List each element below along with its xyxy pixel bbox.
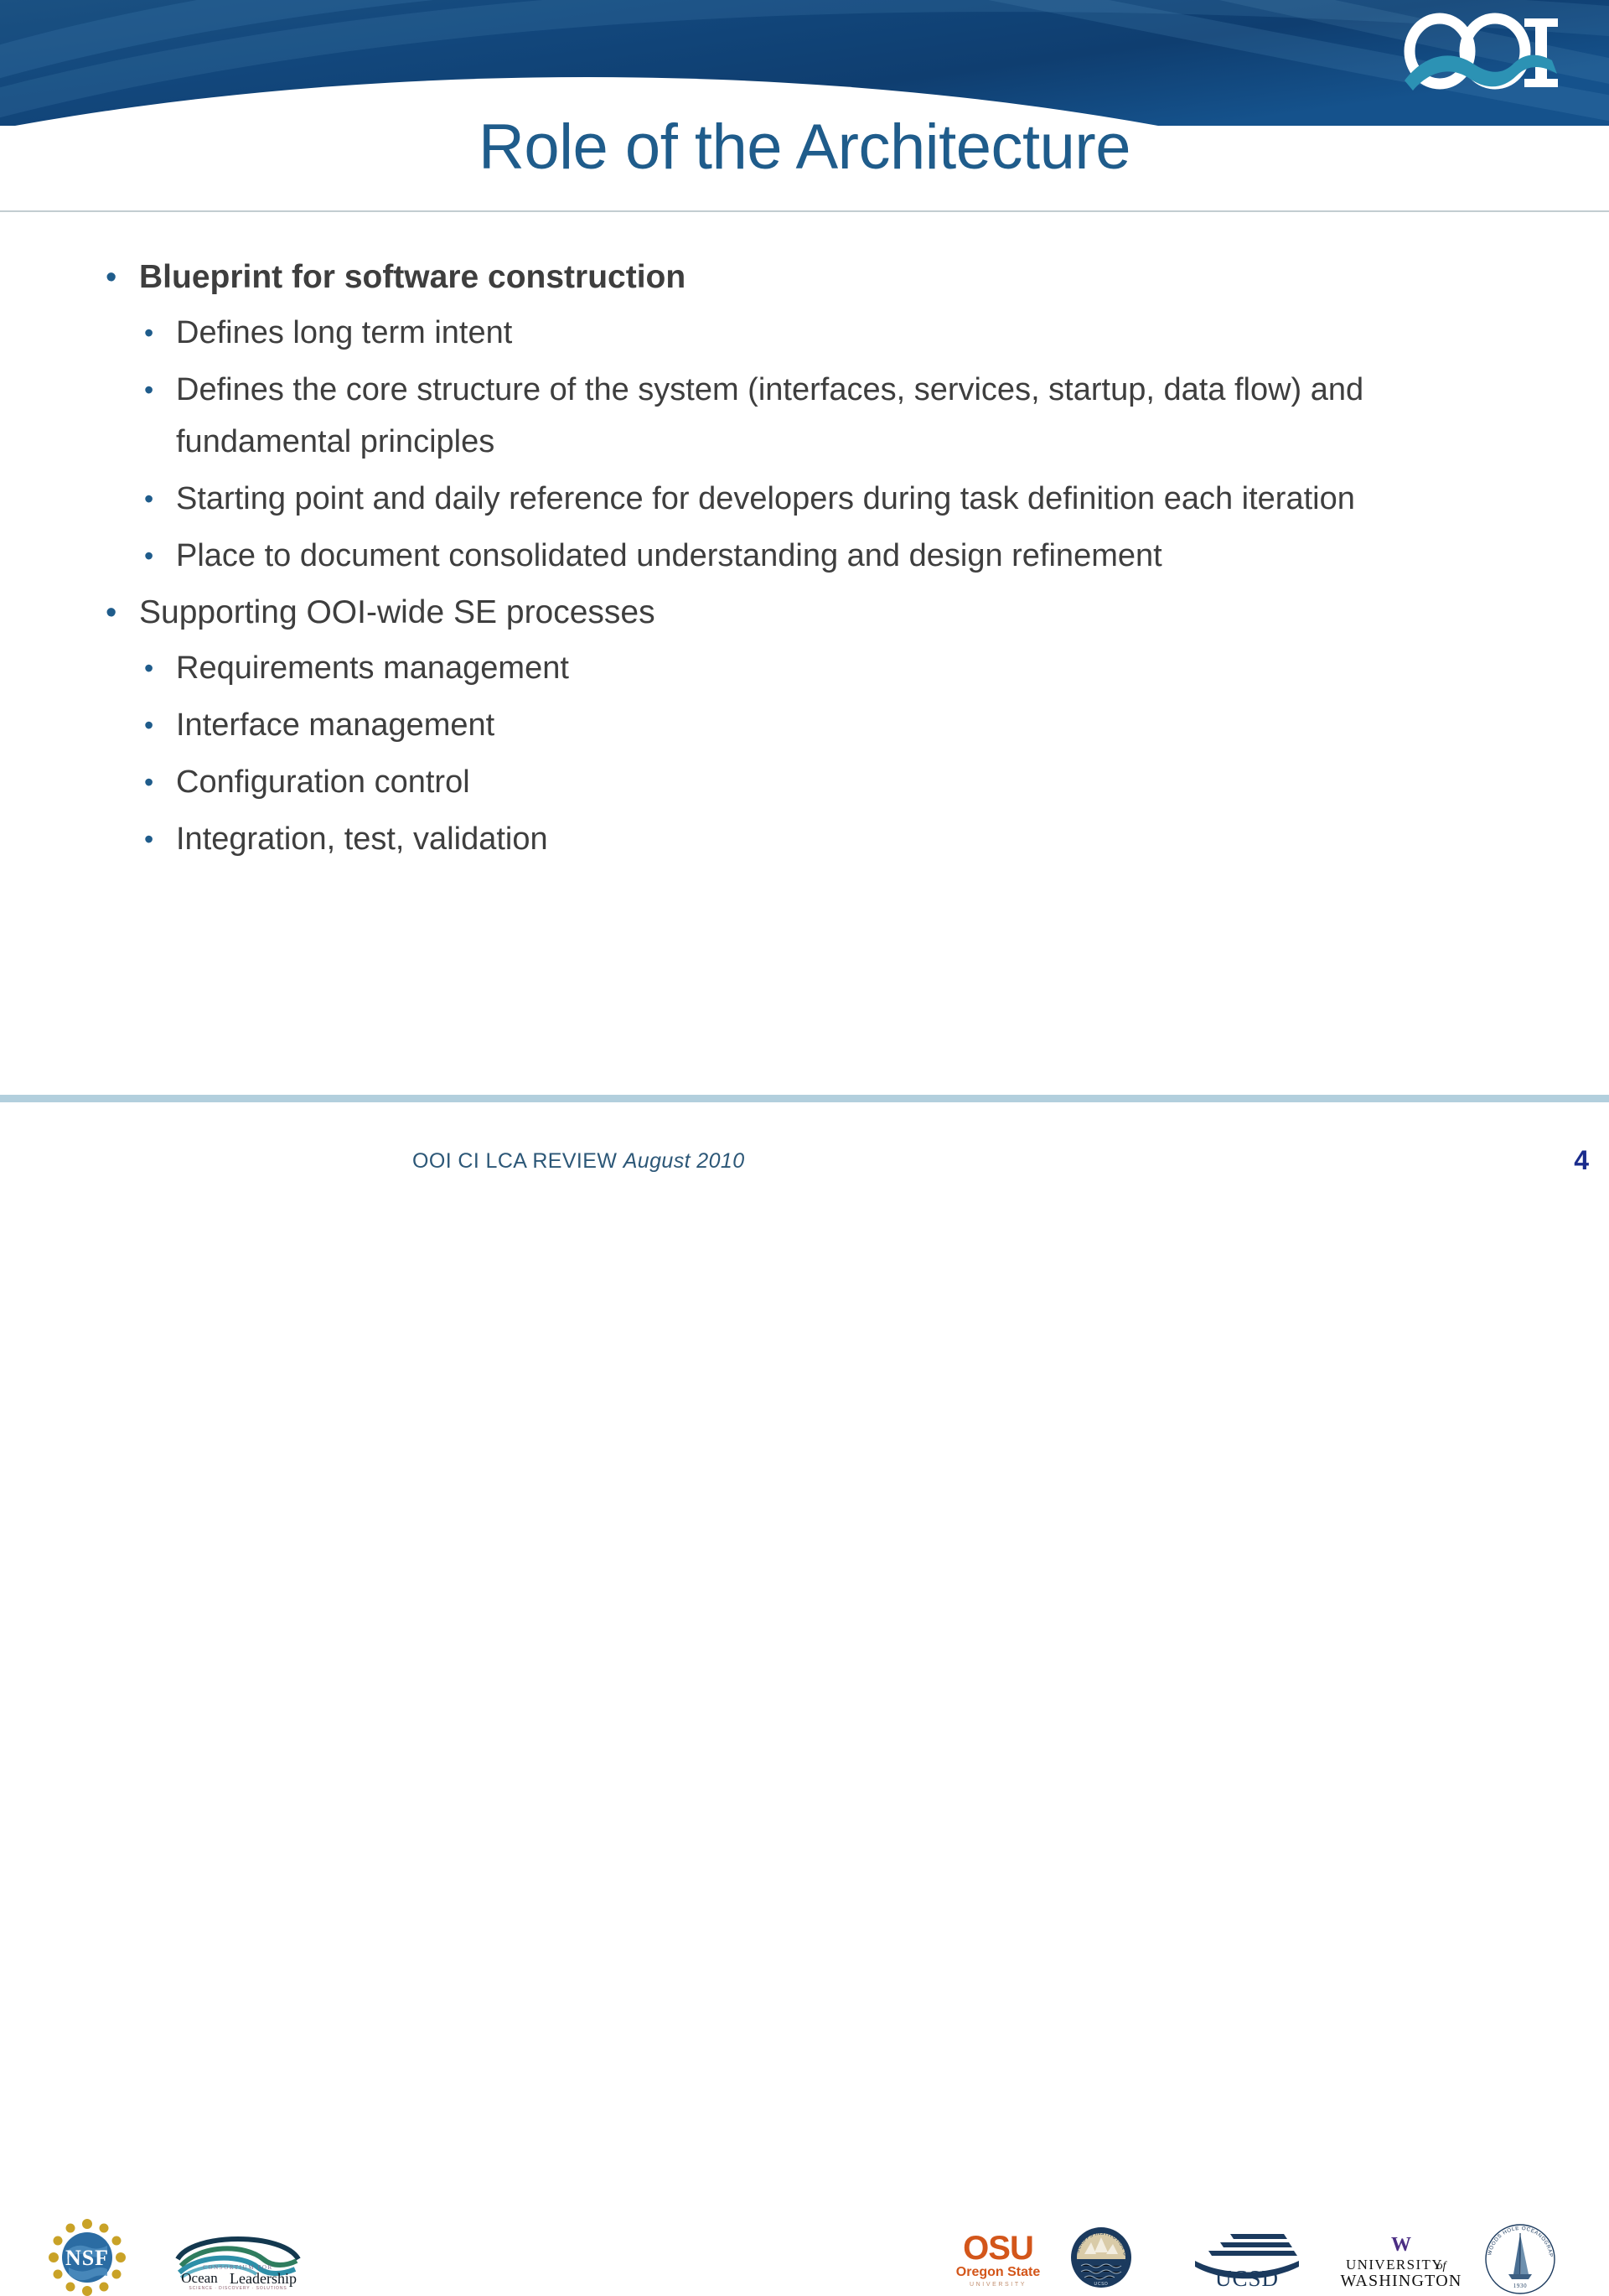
bullet-text: Interface management xyxy=(176,707,495,743)
svg-text:NSF: NSF xyxy=(65,2246,109,2270)
svg-text:WASHINGTON: WASHINGTON xyxy=(1341,2272,1462,2290)
bullet-marker-icon: • xyxy=(144,541,154,571)
bullet-item-level2: • Starting point and daily reference for … xyxy=(136,473,1527,525)
slide-number: 4 xyxy=(1574,1145,1589,1175)
bullet-marker-icon: • xyxy=(144,653,154,683)
bullet-marker-icon: • xyxy=(144,375,154,405)
bullet-marker-icon: • xyxy=(106,260,117,295)
page-title: Role of the Architecture xyxy=(479,111,1130,183)
bullet-text: Blueprint for software construction xyxy=(139,259,686,295)
bullet-marker-icon: • xyxy=(144,318,154,348)
bullet-text: Configuration control xyxy=(176,764,470,800)
bullet-marker-icon: • xyxy=(144,767,154,797)
svg-text:W: W xyxy=(1391,2234,1411,2256)
footer-divider xyxy=(0,1095,1609,1102)
bullet-item-level2: • Requirements management xyxy=(136,642,1527,694)
footer-review-text: OOI CI LCA REVIEW August 2010 xyxy=(412,1149,745,1174)
svg-text:SCIENCE · DISCOVERY · SOLUTION: SCIENCE · DISCOVERY · SOLUTIONS xyxy=(189,2286,287,2291)
university-of-washington-logo: W UNIVERSITY of WASHINGTON xyxy=(1337,2231,1465,2291)
slide-body: • Blueprint for software construction • Def… xyxy=(102,251,1527,870)
bullet-marker-icon: • xyxy=(144,710,154,740)
bullet-item-level1: • Supporting OOI-wide SE processes xyxy=(102,587,1527,639)
svg-text:Oregon State: Oregon State xyxy=(956,2265,1041,2279)
bullet-item-level2: • Defines the core structure of the syste… xyxy=(136,364,1527,468)
bullet-text: Starting point and daily reference for d… xyxy=(176,481,1355,516)
ocean-leadership-logo: CONSORTIUM FOR Ocean Leadership SCIENCE … xyxy=(164,2226,312,2291)
bullet-item-level2: • Interface management xyxy=(136,699,1527,751)
scripps-logo: UCSD SCRIPPS INSTITUTION OF OCEANOGRAPHY xyxy=(1069,2226,1133,2289)
footer: NSF CONSORTIUM FOR Ocean Leadership SCIE… xyxy=(0,1102,1609,2296)
oregon-state-logo: OSU Oregon State UNIVERSITY xyxy=(952,2222,1044,2294)
svg-text:Ocean: Ocean xyxy=(181,2270,218,2286)
bullet-item-level2: • Integration, test, validation xyxy=(136,813,1527,865)
bullet-marker-icon: • xyxy=(106,595,117,630)
bullet-text: Defines long term intent xyxy=(176,315,513,350)
bullet-text: Supporting OOI-wide SE processes xyxy=(139,594,655,630)
title-divider xyxy=(0,210,1609,212)
bullet-text: Requirements management xyxy=(176,650,569,686)
svg-text:UNIVERSITY: UNIVERSITY xyxy=(1346,2257,1443,2273)
bullet-item-level1: • Blueprint for software construction xyxy=(102,251,1527,303)
title-zone: Role of the Architecture xyxy=(0,107,1609,210)
nsf-logo: NSF xyxy=(49,2219,126,2296)
bullet-text: Integration, test, validation xyxy=(176,821,548,857)
bullet-marker-icon: • xyxy=(144,484,154,514)
whoi-logo: 1930 WOODS HOLE OCEANOGRAPHIC INSTITUTIO… xyxy=(1483,2222,1557,2296)
bullet-text: Defines the core structure of the system… xyxy=(176,372,1364,459)
bullet-item-level2: • Configuration control xyxy=(136,756,1527,808)
footer-review-label: OOI CI LCA REVIEW xyxy=(412,1149,618,1173)
bullet-text: Place to document consolidated understan… xyxy=(176,538,1162,573)
svg-text:of: of xyxy=(1437,2260,1448,2273)
footer-date-label: August 2010 xyxy=(623,1149,745,1173)
svg-text:1930: 1930 xyxy=(1513,2283,1527,2289)
svg-text:OSU: OSU xyxy=(963,2230,1033,2267)
svg-text:UNIVERSITY: UNIVERSITY xyxy=(970,2282,1027,2288)
svg-text:UCSD: UCSD xyxy=(1094,2282,1109,2287)
bullet-marker-icon: • xyxy=(144,824,154,854)
svg-text:UCSD: UCSD xyxy=(1215,2266,1279,2291)
bullet-item-level2: • Defines long term intent xyxy=(136,307,1527,359)
bullet-item-level2: • Place to document consolidated understa… xyxy=(136,530,1527,582)
ucsd-logo: UCSD xyxy=(1190,2227,1304,2291)
svg-text:Leadership: Leadership xyxy=(230,2270,297,2287)
ooi-logo xyxy=(1401,12,1565,92)
